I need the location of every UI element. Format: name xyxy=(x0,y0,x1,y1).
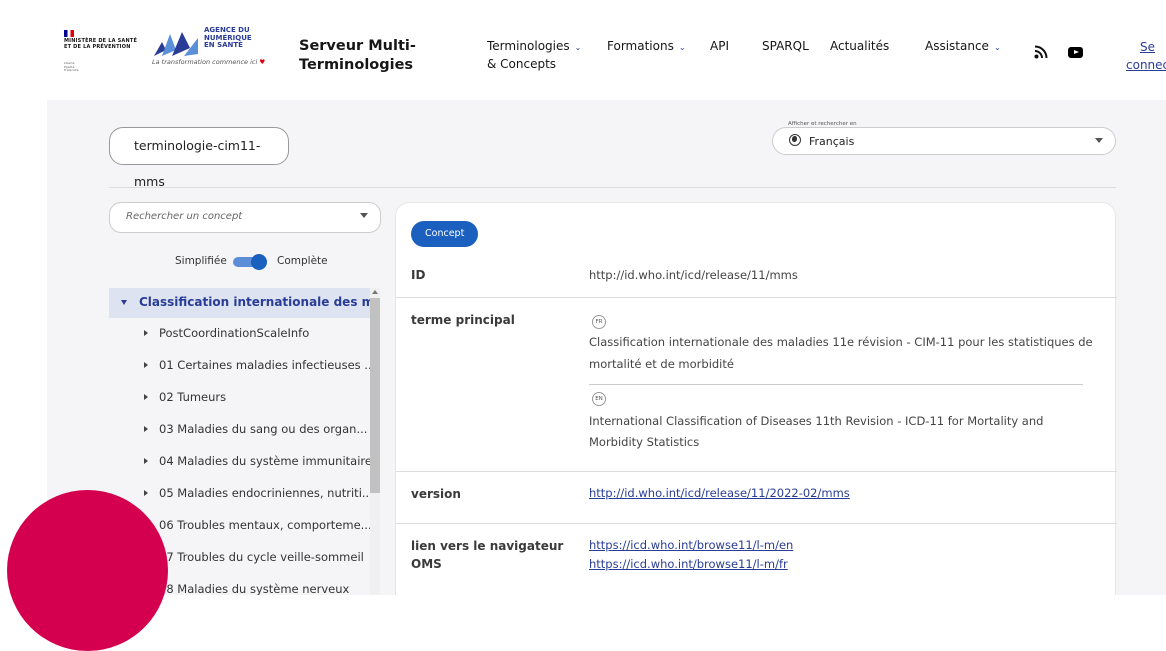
id-value: http://id.who.int/icd/release/11/mms xyxy=(589,268,798,282)
version-link[interactable]: http://id.who.int/icd/release/11/2022-02… xyxy=(589,483,850,503)
tree-item[interactable]: 04 Maladies du système immunitaire xyxy=(109,448,370,478)
divider xyxy=(396,523,1117,524)
caret-down-icon xyxy=(1095,138,1103,143)
version-label: version xyxy=(411,487,461,501)
lang-badge-fr: FR xyxy=(592,315,606,329)
concept-search-input[interactable]: Rechercher un concept xyxy=(109,202,381,233)
language-select-label: Afficher et rechercher en xyxy=(785,121,860,127)
tree-root-item[interactable]: Classification internationale des ma... xyxy=(109,288,370,318)
lang-badge-en: EN xyxy=(592,392,606,406)
terme-principal-label: terme principal xyxy=(411,313,515,327)
expand-down-icon[interactable] xyxy=(121,300,127,305)
decorative-red-circle xyxy=(7,490,168,651)
expand-right-icon[interactable] xyxy=(144,426,148,432)
nav-assistance[interactable]: Assistance ⌄ xyxy=(925,38,1001,56)
ans-logo-text: AGENCE DU NUMÉRIQUE EN SANTÉ xyxy=(204,26,252,49)
site-header: MINISTÈRE DE LA SANTÉ ET DE LA PRÉVENTIO… xyxy=(0,0,1166,100)
login-link[interactable]: Se connecter xyxy=(1126,38,1166,74)
chevron-down-icon: ⌄ xyxy=(678,43,686,52)
ans-logo-icon[interactable] xyxy=(152,28,200,58)
id-label: ID xyxy=(411,268,426,282)
expand-right-icon[interactable] xyxy=(144,394,148,400)
divider xyxy=(396,297,1117,298)
main-panel: terminologie-cim11-mms Afficher et reche… xyxy=(47,100,1166,595)
heart-icon: ♥ xyxy=(259,58,266,66)
tree-item[interactable]: PostCoordinationScaleInfo xyxy=(109,320,370,350)
view-mode-toggle[interactable] xyxy=(233,254,267,270)
who-link-fr[interactable]: https://icd.who.int/browse11/l-m/fr xyxy=(589,554,788,574)
concept-detail-card: Concept ID http://id.who.int/icd/release… xyxy=(395,202,1117,595)
divider xyxy=(589,384,1083,385)
tree-item[interactable]: 05 Maladies endocriniennes, nutriti... xyxy=(109,480,370,510)
tree-item[interactable]: 02 Tumeurs xyxy=(109,384,370,414)
caret-down-icon xyxy=(360,213,368,218)
tree-item[interactable]: 01 Certaines maladies infectieuses ... xyxy=(109,352,370,382)
chevron-down-icon: ⌄ xyxy=(574,43,582,52)
divider xyxy=(109,187,1116,188)
site-title[interactable]: Serveur Multi- Terminologies xyxy=(299,37,416,75)
expand-right-icon[interactable] xyxy=(144,458,148,464)
nav-terminologies[interactable]: Terminologies ⌄ & Concepts xyxy=(487,38,581,73)
term-fr-line1: Classification internationale des maladi… xyxy=(589,335,1093,349)
term-en-line1: International Classification of Diseases… xyxy=(589,414,1044,428)
search-placeholder: Rechercher un concept xyxy=(126,211,243,222)
nav-formations[interactable]: Formations ⌄ xyxy=(607,38,686,56)
marianne-flag-icon xyxy=(64,30,74,37)
expand-right-icon[interactable] xyxy=(144,490,148,496)
toggle-label-complete: Complète xyxy=(277,255,328,267)
scroll-up-arrow-icon[interactable] xyxy=(372,290,378,294)
nav-who-label: lien vers le navigateur OMS xyxy=(411,539,564,571)
terminology-selector[interactable]: terminologie-cim11-mms xyxy=(109,127,289,189)
youtube-icon[interactable] xyxy=(1068,47,1083,58)
globe-icon xyxy=(789,134,801,146)
nav-sparql[interactable]: SPARQL xyxy=(762,38,809,55)
chevron-down-icon: ⌄ xyxy=(993,43,1001,52)
toggle-knob[interactable] xyxy=(251,254,267,270)
scrollbar-thumb[interactable] xyxy=(370,298,380,493)
language-select[interactable]: Afficher et rechercher en Français xyxy=(772,121,1116,155)
expand-right-icon[interactable] xyxy=(144,362,148,368)
term-fr-line2: mortalité et de morbidité xyxy=(589,357,734,371)
term-en-line2: Morbidity Statistics xyxy=(589,435,700,449)
devise-text: Liberté Égalité Fraternité xyxy=(64,61,79,72)
concept-badge: Concept xyxy=(411,221,479,247)
nav-actualites[interactable]: Actualités xyxy=(830,38,889,55)
ministere-logo-text[interactable]: MINISTÈRE DE LA SANTÉ ET DE LA PRÉVENTIO… xyxy=(64,38,139,50)
divider xyxy=(396,471,1117,472)
ans-tagline: La transformation commence ici ♥ xyxy=(152,58,266,66)
expand-right-icon[interactable] xyxy=(144,330,148,336)
tree-scrollbar[interactable] xyxy=(370,288,380,595)
toggle-label-simplifiee: Simplifiée xyxy=(175,255,227,267)
tree-item[interactable]: 03 Maladies du sang ou des organ... xyxy=(109,416,370,446)
who-link-en[interactable]: https://icd.who.int/browse11/l-m/en xyxy=(589,535,793,555)
rss-icon[interactable] xyxy=(1034,45,1048,59)
nav-api[interactable]: API xyxy=(710,38,729,55)
language-value: Français xyxy=(809,135,855,148)
